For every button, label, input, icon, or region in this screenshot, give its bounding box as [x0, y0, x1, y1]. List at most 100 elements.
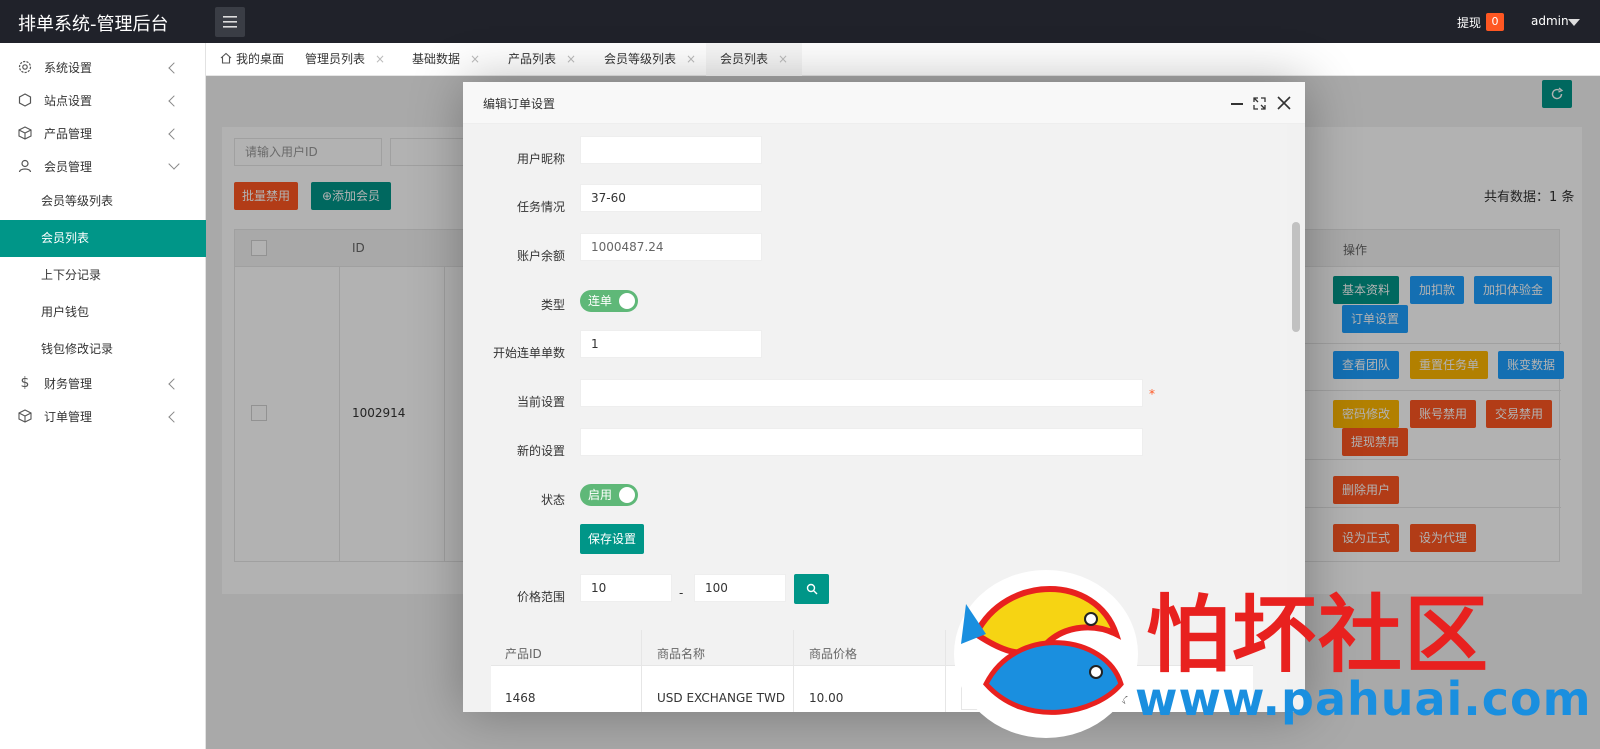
- balance-input: 1000487.24: [580, 233, 762, 261]
- tab-product-list[interactable]: 产品列表 ×: [508, 43, 576, 76]
- sidebar-item-members[interactable]: 会员管理: [0, 149, 206, 183]
- new-setting-input[interactable]: [580, 428, 1143, 456]
- search-icon: [806, 583, 817, 595]
- nickname-input[interactable]: [580, 136, 762, 164]
- sidebar-item-finance[interactable]: $ 财务管理: [0, 366, 206, 400]
- col-product-name: 商品名称: [657, 647, 706, 661]
- close-icon[interactable]: ×: [778, 52, 788, 66]
- switch-knob: [619, 293, 635, 309]
- chevron-left-icon: [168, 128, 180, 140]
- home-icon: [220, 52, 232, 64]
- sidebar-item-label: 会员管理: [44, 159, 93, 174]
- sidebar-subitem-member-list[interactable]: 会员列表: [0, 220, 206, 257]
- product-name-cell: USD EXCHANGE TWD: [657, 691, 786, 705]
- sidebar-subitem-user-wallet[interactable]: 用户钱包: [0, 294, 206, 331]
- chevron-left-icon: [168, 378, 180, 390]
- type-switch[interactable]: 连单: [580, 290, 638, 312]
- nickname-label: 用户昵称: [516, 152, 565, 166]
- search-button[interactable]: [794, 574, 829, 604]
- sidebar-subitem-member-levels[interactable]: 会员等级列表: [0, 183, 206, 220]
- tab-basic-data[interactable]: 基础数据 ×: [412, 43, 480, 76]
- start-count-label: 开始连单单数: [492, 346, 565, 360]
- sidebar-item-label: 产品管理: [44, 126, 93, 141]
- type-switch-label: 连单: [588, 294, 613, 308]
- tab-bar: 我的桌面 管理员列表 × 基础数据 × 产品列表 × 会员等级列表 × 会员列表 ×: [206, 43, 1600, 76]
- status-label: 状态: [540, 493, 565, 507]
- minimize-icon[interactable]: [1231, 103, 1243, 105]
- sidebar-item-system[interactable]: 系统设置: [0, 50, 206, 84]
- tab-member-levels[interactable]: 会员等级列表 ×: [604, 43, 696, 76]
- fish-logo-icon: [954, 570, 1138, 738]
- maximize-icon[interactable]: [1253, 97, 1266, 110]
- close-icon[interactable]: [1277, 96, 1291, 110]
- sidebar-item-label: 订单管理: [44, 409, 93, 424]
- new-setting-label: 新的设置: [516, 444, 565, 458]
- sidebar-item-label: 财务管理: [44, 376, 93, 391]
- product-price-cell: 10.00: [809, 691, 844, 705]
- dollar-icon: $: [20, 375, 30, 391]
- required-mark: *: [1149, 387, 1155, 401]
- price-max-input[interactable]: 100: [694, 574, 786, 602]
- sidebar-subitem-score-records[interactable]: 上下分记录: [0, 257, 206, 294]
- price-min-input[interactable]: 10: [580, 574, 672, 602]
- tab-label: 产品列表: [508, 52, 557, 66]
- current-setting-input[interactable]: [580, 379, 1143, 407]
- tab-label: 基础数据: [412, 52, 461, 66]
- col-product-id: 产品ID: [505, 647, 542, 661]
- sidebar-item-site[interactable]: 站点设置: [0, 83, 206, 117]
- task-status-label: 任务情况: [516, 200, 565, 214]
- current-setting-label: 当前设置: [516, 395, 565, 409]
- top-bar: 排单系统-管理后台 提现 0 admin: [0, 0, 1600, 43]
- switch-knob: [619, 487, 635, 503]
- chevron-down-icon: [168, 158, 180, 170]
- status-switch-label: 启用: [588, 488, 613, 502]
- watermark-title: 怕坏社区: [1146, 585, 1491, 684]
- sidebar-item-label: 系统设置: [44, 60, 93, 75]
- sidebar-item-label: 站点设置: [44, 93, 93, 108]
- tab-member-list[interactable]: 会员列表 ×: [706, 43, 803, 76]
- site-icon: [18, 93, 32, 107]
- dialog-title: 编辑订单设置: [483, 97, 556, 111]
- tab-desktop[interactable]: 我的桌面: [220, 43, 284, 76]
- watermark: 怕坏社区 www.pahuai.com: [946, 560, 1600, 749]
- dialog-scrollbar-thumb[interactable]: [1292, 222, 1300, 332]
- balance-label: 账户余额: [516, 249, 565, 263]
- tab-admin-list[interactable]: 管理员列表 ×: [305, 43, 385, 76]
- divider: [641, 630, 642, 712]
- menu-toggle-button[interactable]: [215, 7, 245, 37]
- menu-icon: [223, 16, 237, 28]
- task-status-input[interactable]: 37-60: [580, 184, 762, 212]
- divider: [793, 630, 794, 712]
- chevron-left-icon: [168, 95, 180, 107]
- chevron-left-icon: [168, 411, 180, 423]
- save-settings-button[interactable]: 保存设置: [580, 524, 644, 554]
- user-menu[interactable]: admin: [1531, 14, 1569, 28]
- tab-label: 管理员列表: [305, 52, 366, 66]
- withdraw-badge: 0: [1486, 13, 1504, 31]
- close-icon[interactable]: ×: [686, 52, 696, 66]
- dialog-header: 编辑订单设置: [463, 82, 1305, 124]
- close-icon[interactable]: ×: [566, 52, 576, 66]
- caret-down-icon[interactable]: [1568, 19, 1580, 26]
- product-id-cell: 1468: [505, 691, 536, 705]
- close-icon[interactable]: ×: [375, 52, 385, 66]
- tab-label: 我的桌面: [236, 52, 285, 66]
- price-range-label: 价格范围: [516, 590, 565, 604]
- app-title: 排单系统-管理后台: [18, 14, 169, 35]
- sidebar-subitem-wallet-edit-records[interactable]: 钱包修改记录: [0, 331, 206, 368]
- chevron-left-icon: [168, 62, 180, 74]
- sidebar-item-products[interactable]: 产品管理: [0, 116, 206, 150]
- type-label: 类型: [540, 298, 565, 312]
- status-switch[interactable]: 启用: [580, 484, 638, 506]
- col-product-price: 商品价格: [809, 647, 858, 661]
- withdraw-link[interactable]: 提现: [1457, 14, 1481, 31]
- cube-icon: [18, 126, 32, 140]
- tab-label: 会员等级列表: [604, 52, 677, 66]
- tab-label: 会员列表: [720, 52, 769, 66]
- close-icon[interactable]: ×: [470, 52, 480, 66]
- start-count-input[interactable]: 1: [580, 330, 762, 358]
- sidebar-item-orders[interactable]: 订单管理: [0, 399, 206, 433]
- cube-icon: [18, 409, 32, 423]
- price-separator: -: [679, 586, 684, 600]
- user-icon: [18, 159, 32, 173]
